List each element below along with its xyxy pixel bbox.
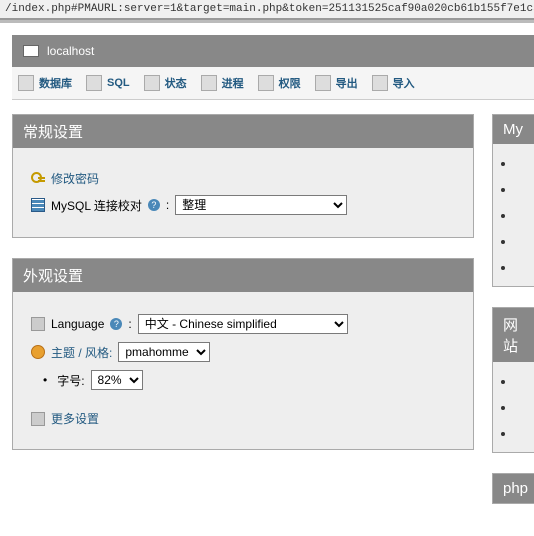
list-item [515,400,534,414]
panel-title: 外观设置 [13,259,473,292]
theme-icon [31,345,45,359]
panel-title: 网站 [493,308,534,362]
gear-icon [201,75,217,91]
colon: : [128,317,131,331]
panel-title: php [493,474,534,503]
user-icon [258,75,274,91]
sql-icon [86,75,102,91]
side-panel-webserver: 网站 [492,307,534,453]
collation-icon [31,198,45,212]
list-item [515,374,534,388]
bullet: • [43,373,47,387]
language-label: Language [51,317,104,331]
tab-import[interactable]: 导入 [372,75,415,91]
tab-label: 数据库 [39,75,72,91]
help-icon[interactable]: ? [110,318,122,330]
tab-databases[interactable]: 数据库 [18,75,72,91]
list-item [515,208,534,222]
status-icon [144,75,160,91]
change-password-link[interactable]: 修改密码 [51,170,99,187]
settings-icon [31,412,45,426]
export-icon [315,75,331,91]
info-list [515,156,534,274]
panel-title: 常规设置 [13,115,473,148]
list-item [515,426,534,440]
collation-select[interactable]: 整理 [175,195,347,215]
tab-label: 状态 [165,75,187,91]
tab-label: 导出 [336,75,358,91]
fontsize-label: 字号: [57,372,84,389]
tab-label: SQL [107,77,130,89]
tab-privileges[interactable]: 权限 [258,75,301,91]
tab-label: 权限 [279,75,301,91]
import-icon [372,75,388,91]
database-icon [18,75,34,91]
tab-label: 导入 [393,75,415,91]
key-icon [31,172,45,186]
list-item [515,260,534,274]
tab-processes[interactable]: 进程 [201,75,244,91]
side-panel-phpmyadmin: php [492,473,534,504]
side-panel-mysql: My [492,114,534,287]
tab-status[interactable]: 状态 [144,75,187,91]
collation-label: MySQL 连接校对 [51,197,142,214]
panel-title: My [493,115,534,144]
general-settings-panel: 常规设置 修改密码 MySQL 连接校对 ? : 整理 [12,114,474,238]
server-host: localhost [47,44,94,58]
help-icon[interactable]: ? [148,199,160,211]
tab-label: 进程 [222,75,244,91]
server-bar: localhost [12,35,534,67]
list-item [515,156,534,170]
tab-export[interactable]: 导出 [315,75,358,91]
language-select[interactable]: 中文 - Chinese simplified [138,314,348,334]
fontsize-select[interactable]: 82% [91,370,143,390]
appearance-settings-panel: 外观设置 Language ? : 中文 - Chinese simplifie… [12,258,474,450]
server-icon [23,45,39,57]
tab-sql[interactable]: SQL [86,75,130,91]
theme-select[interactable]: pmahomme [118,342,210,362]
more-settings-link[interactable]: 更多设置 [51,410,99,427]
list-item [515,234,534,248]
nav-tabs: 数据库 SQL 状态 进程 权限 导出 导入 [12,67,534,100]
list-item [515,182,534,196]
info-list [515,374,534,440]
theme-label[interactable]: 主题 / 风格: [51,344,112,361]
url-bar: /index.php#PMAURL:server=1&target=main.p… [0,0,534,20]
content-area: localhost 数据库 SQL 状态 进程 权限 导出 导入 常规设置 修改… [0,20,534,516]
language-icon [31,317,45,331]
colon: : [166,198,169,212]
